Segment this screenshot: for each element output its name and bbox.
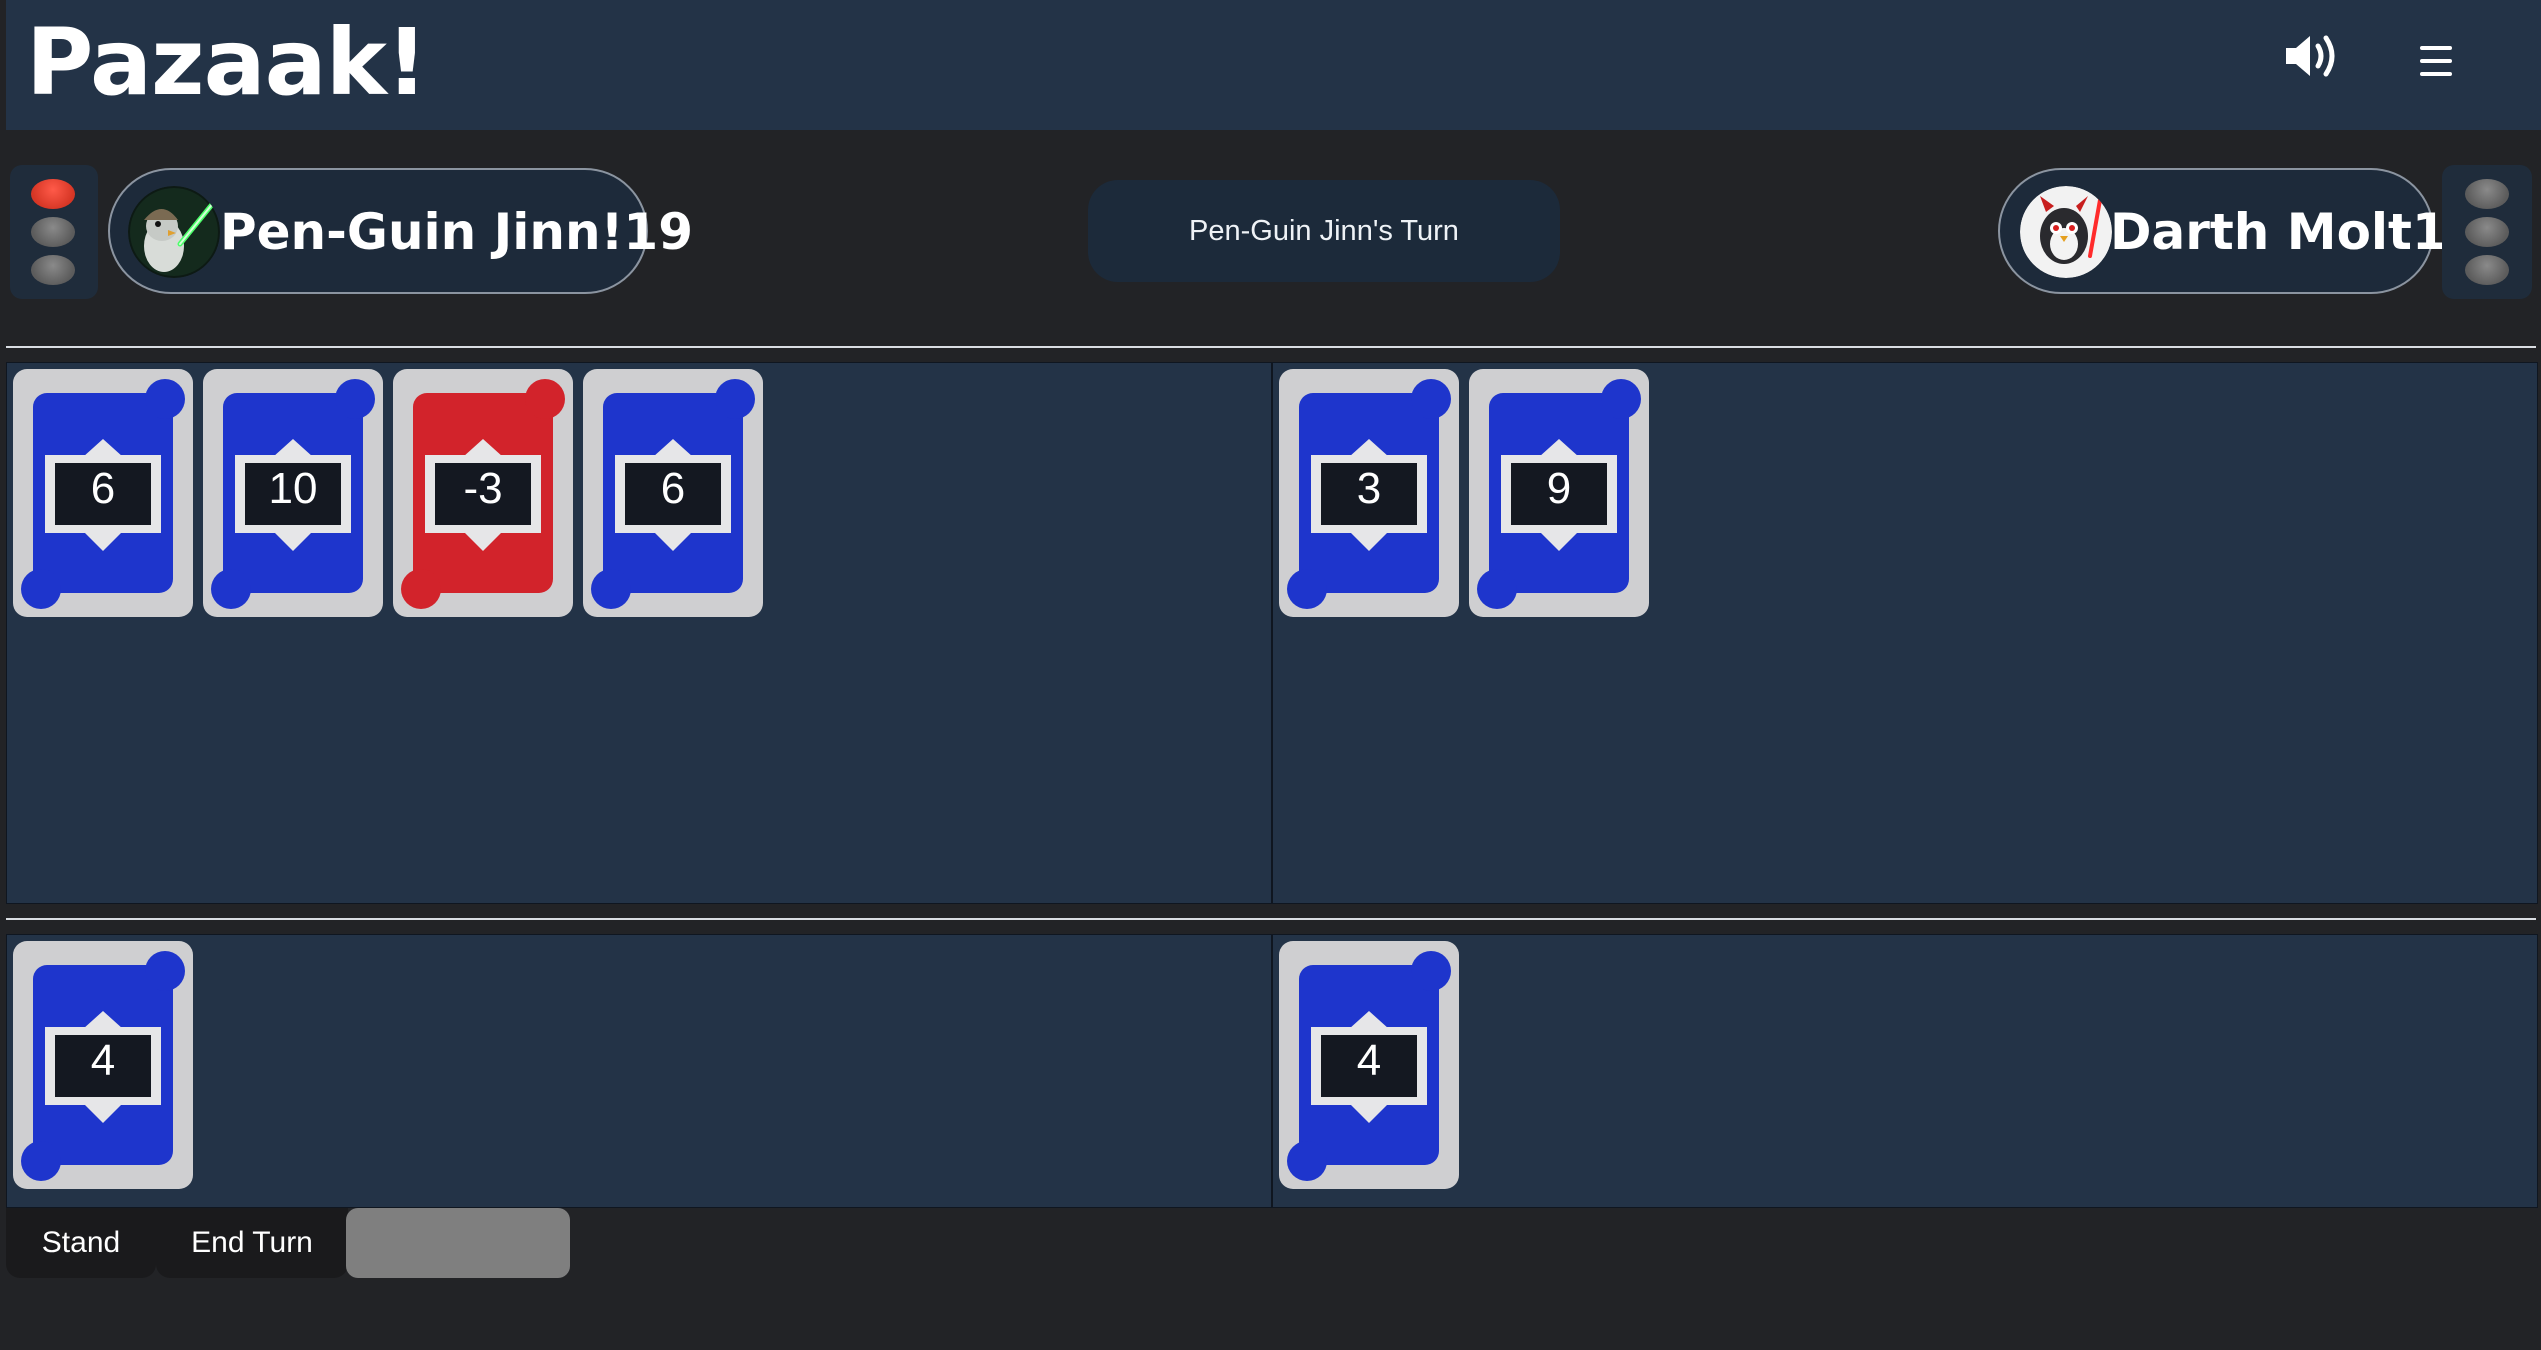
pazaak-card[interactable]: 4 (13, 941, 193, 1189)
disabled-action-button (346, 1208, 570, 1278)
player-badge-right: Darth Molt12 (1998, 168, 2482, 294)
card-value: 6 (90, 464, 116, 513)
sound-icon[interactable] (2282, 30, 2340, 82)
turn-indicator: Pen-Guin Jinn's Turn (1088, 180, 1560, 282)
end-turn-button[interactable]: End Turn (156, 1208, 348, 1278)
card-value: 4 (90, 1036, 116, 1085)
card-value: -3 (463, 464, 503, 513)
divider (6, 918, 2536, 920)
player-name-left: Pen-Guin Jinn!19 (220, 203, 693, 261)
round-light-1 (31, 179, 75, 209)
avatar-penguin-jedi (128, 186, 220, 278)
right-round-lights (2442, 165, 2532, 299)
player-badge-left: Pen-Guin Jinn!19 (108, 168, 693, 294)
app-title: Pazaak! (26, 9, 428, 116)
pazaak-card: -3 (393, 369, 573, 617)
card-value: 4 (1356, 1036, 1382, 1085)
card-value: 10 (268, 464, 318, 513)
round-light-2 (2465, 217, 2509, 247)
pazaak-card[interactable]: 4 (1279, 941, 1459, 1189)
pazaak-card: 6 (583, 369, 763, 617)
card-value: 9 (1546, 464, 1572, 513)
avatar-penguin-sith (2020, 186, 2112, 278)
round-light-2 (31, 217, 75, 247)
board-right-side-deck: 4 (1272, 934, 2538, 1208)
pazaak-card: 6 (13, 369, 193, 617)
left-round-lights (10, 165, 98, 299)
stand-button[interactable]: Stand (6, 1208, 156, 1278)
player-name-right: Darth Molt12 (2110, 203, 2482, 261)
board-left-side-deck: 4 (6, 934, 1272, 1208)
round-light-3 (2465, 255, 2509, 285)
card-value: 6 (660, 464, 686, 513)
round-light-3 (31, 255, 75, 285)
pazaak-card: 3 (1279, 369, 1459, 617)
pazaak-card: 10 (203, 369, 383, 617)
board-right-played: 39 (1272, 362, 2538, 904)
menu-icon[interactable] (2416, 44, 2456, 78)
board-left-played: 6 10 -3 6 (6, 362, 1272, 904)
card-value: 3 (1356, 464, 1382, 513)
pazaak-card: 9 (1469, 369, 1649, 617)
round-light-1 (2465, 179, 2509, 209)
header-bar: Pazaak! (6, 0, 2541, 130)
divider (6, 346, 2536, 348)
